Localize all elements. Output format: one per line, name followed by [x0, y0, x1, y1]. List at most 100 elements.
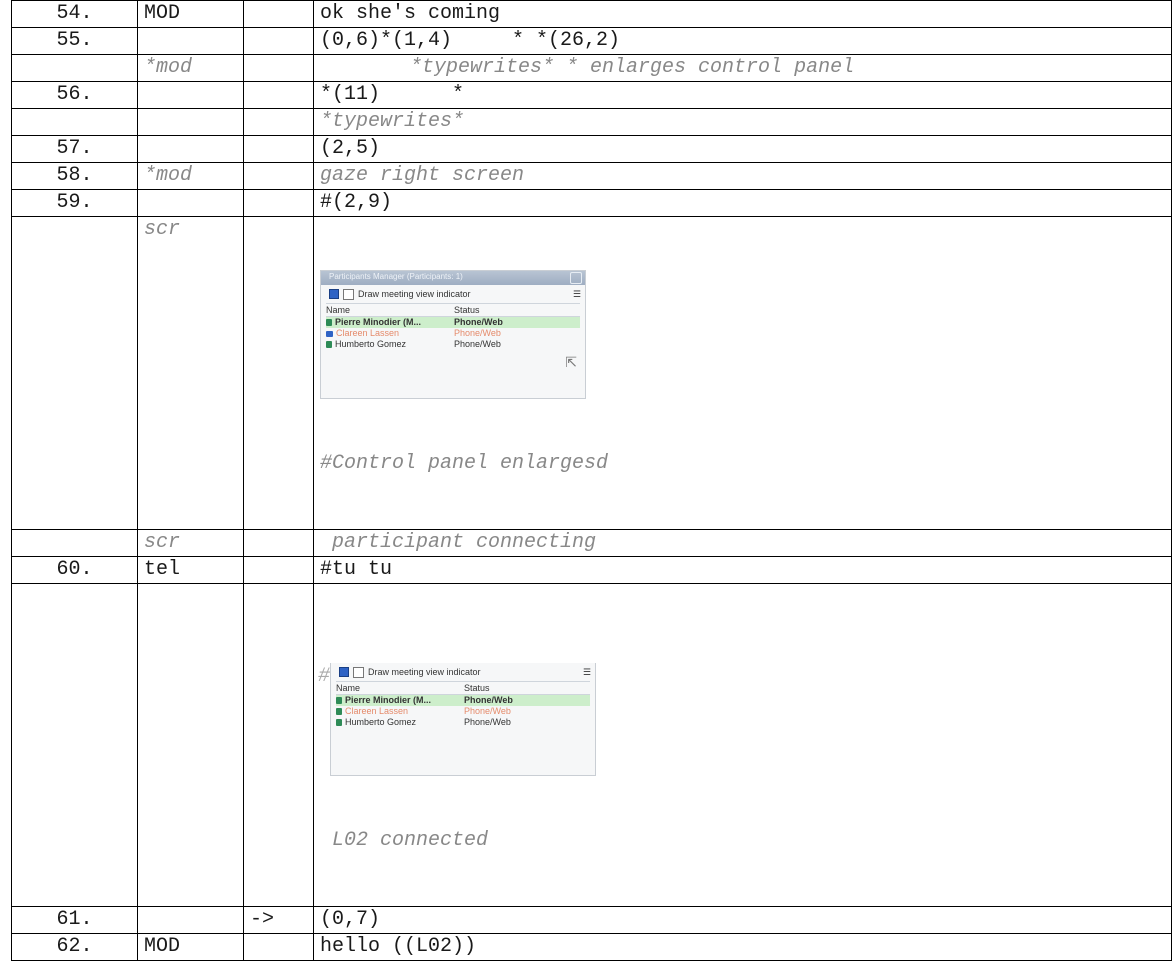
close-icon: [570, 272, 582, 284]
column-status: Status: [454, 304, 480, 315]
speaker: MOD: [137, 933, 244, 961]
list-header: Name Status: [336, 682, 590, 695]
panel-toolbar: Draw meeting view indicator ☰: [331, 663, 595, 679]
line-number: [11, 529, 138, 557]
table-row: # Draw meeting view indicator ☰ Name Sta…: [11, 583, 1172, 907]
arrow-cell: [243, 529, 314, 557]
line-number: [11, 216, 138, 530]
utterance: *(11) *: [313, 81, 1172, 109]
annotation: *typewrites* * enlarges control panel: [313, 54, 1172, 82]
table-row: 54. MOD ok she's coming: [11, 0, 1172, 28]
participant-status: Phone/Web: [464, 706, 511, 716]
column-name: Name: [336, 682, 361, 693]
arrow-cell: ->: [243, 906, 314, 934]
participant-name: Pierre Minodier (M...: [335, 317, 422, 327]
arrow-cell: [243, 933, 314, 961]
table-row: 61. -> (0,7): [11, 906, 1172, 934]
participant-status: Phone/Web: [454, 339, 501, 349]
checkbox-icon: [343, 288, 354, 300]
options-icon: ☰: [582, 666, 591, 677]
table-row: *mod *typewrites* * enlarges control pan…: [11, 54, 1172, 82]
utterance: (0,7): [313, 906, 1172, 934]
speaker: [137, 27, 244, 55]
speaker: [137, 189, 244, 217]
arrow-cell: [243, 81, 314, 109]
table-row: 58. *mod gaze right screen: [11, 162, 1172, 190]
line-number: 56.: [11, 81, 138, 109]
checkbox-label: Draw meeting view indicator: [368, 666, 481, 677]
annotation-text: *typewrites* * enlarges control panel: [410, 56, 855, 79]
line-number: 58.: [11, 162, 138, 190]
participant-status: Phone/Web: [454, 328, 501, 338]
phone-icon: [326, 341, 332, 348]
utterance: (2,5): [313, 135, 1172, 163]
phone-icon: [336, 719, 342, 726]
arrow-cell: [243, 135, 314, 163]
speaker: [137, 135, 244, 163]
arrow-cell: [243, 216, 314, 530]
list-item: Pierre Minodier (M... Phone/Web: [326, 317, 580, 328]
line-number: 54.: [11, 0, 138, 28]
speaker: scr: [137, 529, 244, 557]
arrow-cell: [243, 108, 314, 136]
transcript-table: 54. MOD ok she's coming 55. (0,6)*(1,4) …: [11, 0, 1172, 961]
line-number: 62.: [11, 933, 138, 961]
list-item: Humberto Gomez Phone/Web: [326, 339, 580, 350]
line-number: 61.: [11, 906, 138, 934]
speaker: scr: [137, 216, 244, 530]
participants-panel-screenshot: Participants Manager (Participants: 1) D…: [320, 270, 586, 399]
speaker: [137, 583, 244, 907]
annotation: *typewrites*: [313, 108, 1172, 136]
participants-icon: [339, 667, 349, 677]
list-item: Clareen Lassen Phone/Web: [326, 328, 580, 339]
panel-titlebar: Participants Manager (Participants: 1): [321, 271, 585, 285]
arrow-cell: [243, 189, 314, 217]
checkbox-label: Draw meeting view indicator: [358, 288, 471, 299]
speaker: *mod: [137, 162, 244, 190]
screenshot-caption: L02 connected: [320, 829, 489, 852]
table-row: 62. MOD hello ((L02)): [11, 933, 1172, 961]
participants-icon: [329, 289, 339, 299]
list-item: Humberto Gomez Phone/Web: [336, 717, 590, 728]
line-number: 55.: [11, 27, 138, 55]
participant-name: Clareen Lassen: [345, 706, 409, 716]
column-status: Status: [464, 682, 490, 693]
arrow-cell: [243, 0, 314, 28]
speaker: [137, 81, 244, 109]
hash-marker: #: [318, 665, 331, 688]
speaker: [137, 906, 244, 934]
computer-icon: [326, 330, 333, 337]
utterance: #tu tu: [313, 556, 1172, 584]
speaker: tel: [137, 556, 244, 584]
speaker: MOD: [137, 0, 244, 28]
table-row: *typewrites*: [11, 108, 1172, 136]
participant-name: Clareen Lassen: [336, 328, 400, 338]
participant-status: Phone/Web: [464, 717, 511, 727]
phone-icon: [326, 319, 332, 326]
annotation: gaze right screen: [313, 162, 1172, 190]
arrow-cell: [243, 54, 314, 82]
arrow-cell: [243, 27, 314, 55]
speaker: *mod: [137, 54, 244, 82]
list-item: Pierre Minodier (M... Phone/Web: [336, 695, 590, 706]
list-item: Clareen Lassen Phone/Web: [336, 706, 590, 717]
table-row: 55. (0,6)*(1,4) * *(26,2): [11, 27, 1172, 55]
participant-status: Phone/Web: [464, 695, 513, 705]
table-row: 56. *(11) *: [11, 81, 1172, 109]
arrow-cell: [243, 583, 314, 907]
participant-name: Humberto Gomez: [345, 717, 417, 727]
arrow-cell: [243, 162, 314, 190]
line-number: [11, 583, 138, 907]
screenshot-caption: #Control panel enlargesd: [320, 452, 609, 475]
table-row: 60. tel #tu tu: [11, 556, 1172, 584]
table-row: 57. (2,5): [11, 135, 1172, 163]
table-row: scr Participants Manager (Participants: …: [11, 216, 1172, 530]
participant-status: Phone/Web: [454, 317, 503, 327]
line-number: 59.: [11, 189, 138, 217]
column-name: Name: [326, 304, 351, 315]
phone-icon: [336, 697, 342, 704]
line-number: 60.: [11, 556, 138, 584]
screenshot-cell: Participants Manager (Participants: 1) D…: [313, 216, 1172, 530]
participants-list: Name Status Pierre Minodier (M... Phone/…: [336, 681, 590, 728]
checkbox-icon: [353, 666, 364, 678]
